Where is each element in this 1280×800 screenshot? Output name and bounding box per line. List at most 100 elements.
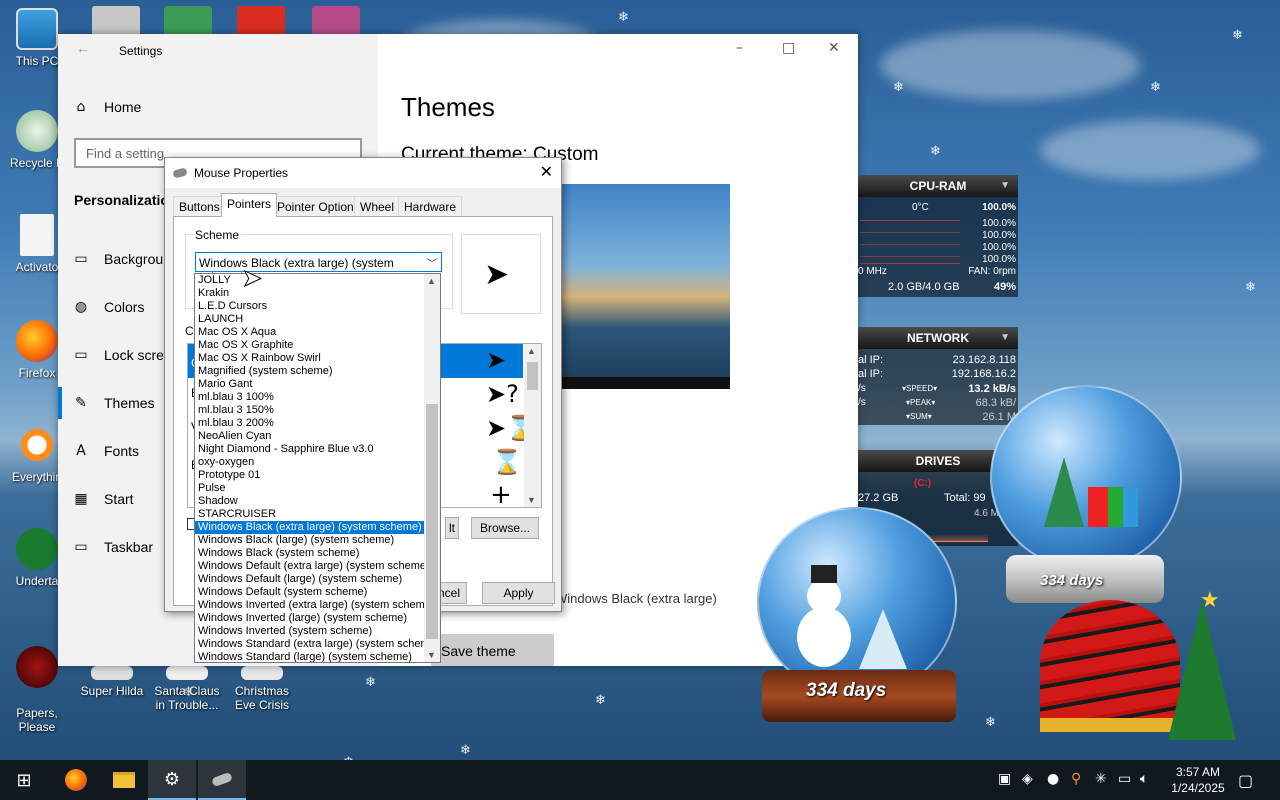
scheme-option[interactable]: Mac OS X Aqua	[195, 326, 426, 339]
dropdown-scrollbar[interactable]: ▲ ▼	[424, 274, 440, 662]
scheme-option[interactable]: ml.blau 3 100%	[195, 391, 426, 404]
scheme-option[interactable]: Prototype 01	[195, 469, 426, 482]
desktop-icon-label: Firefox	[18, 366, 56, 380]
scrollbar-thumb[interactable]	[426, 404, 438, 639]
tab-buttons[interactable]: Buttons	[173, 196, 226, 216]
browse-button[interactable]: Browse...	[471, 517, 539, 539]
taskbar-settings[interactable]: ⚙	[148, 760, 196, 800]
apply-button[interactable]: Apply	[482, 582, 555, 604]
scheme-combobox[interactable]: Windows Black (extra large) (system sche…	[195, 252, 442, 284]
scheme-option[interactable]: Windows Black (extra large) (system sche…	[195, 521, 426, 534]
scheme-option[interactable]: Windows Inverted (extra large) (system s…	[195, 599, 426, 612]
scheme-option[interactable]: Windows Default (system scheme)	[195, 586, 426, 599]
close-icon[interactable]: ✕	[540, 162, 553, 181]
taskbar-firefox[interactable]	[52, 760, 100, 800]
clock[interactable]: 3:57 AM 1/24/2025	[1163, 764, 1233, 796]
scheme-option[interactable]: Mac OS X Rainbow Swirl	[195, 352, 426, 365]
tab-pointer-options[interactable]: Pointer Options	[271, 196, 366, 216]
scheme-option[interactable]: STARCRUISER	[195, 508, 426, 521]
scheme-option[interactable]: NeoAlien Cyan	[195, 430, 426, 443]
snowman-hat	[811, 565, 837, 583]
desktop-icon-santa-claus[interactable]: Santa Claus in Trouble...	[151, 666, 223, 712]
cpu-core: 100.0%	[982, 218, 1016, 229]
scroll-up-icon[interactable]: ▲	[427, 276, 436, 286]
mouse-icon	[211, 771, 233, 787]
network-gadget: NETWORK ▼ al IP: 23.162.8.118 al IP: 192.…	[858, 327, 1018, 425]
close-icon[interactable]: ✕	[828, 40, 840, 56]
game-icon[interactable]	[164, 6, 212, 36]
tray-search-icon[interactable]: ⚲	[1071, 771, 1081, 787]
volume-icon[interactable]: 🔈︎	[1140, 771, 1148, 787]
tray-shield-icon[interactable]: ◈	[1022, 771, 1033, 787]
scheme-option[interactable]: Mario Gant	[195, 378, 426, 391]
tray-app-icon[interactable]: ▣	[998, 771, 1011, 787]
scheme-option[interactable]: Windows Inverted (system scheme)	[195, 625, 426, 638]
scrollbar-thumb[interactable]	[527, 362, 538, 390]
snowflake-icon: ❄	[1232, 28, 1243, 43]
scroll-down-icon[interactable]: ▼	[527, 495, 536, 505]
arrow-cursor-icon: ➤	[486, 346, 507, 374]
game-icon[interactable]	[92, 6, 140, 36]
desktop-icon-label: Santa Claus in Trouble...	[154, 684, 220, 712]
scheme-option[interactable]: Windows Black (large) (system scheme)	[195, 534, 426, 547]
scheme-option[interactable]: oxy-oxygen	[195, 456, 426, 469]
tab-wheel[interactable]: Wheel	[354, 196, 401, 216]
scheme-option[interactable]: JOLLY	[195, 274, 426, 287]
countdown-text: 334 days	[806, 680, 887, 701]
minimize-icon[interactable]: –	[736, 40, 743, 56]
scheme-option[interactable]: Pulse	[195, 482, 426, 495]
cloud	[880, 30, 1140, 100]
scheme-option[interactable]: ml.blau 3 200%	[195, 417, 426, 430]
cursor-list-scrollbar[interactable]: ▲ ▼	[524, 344, 541, 507]
tray-snowflake-icon[interactable]: ✳	[1095, 771, 1107, 787]
scheme-option[interactable]: LAUNCH	[195, 313, 426, 326]
scheme-dropdown-list[interactable]: JOLLY Krakin L.E.D Cursors LAUNCH Mac OS X A…	[194, 273, 441, 663]
scheme-option[interactable]: Windows Standard (extra large) (system s…	[195, 638, 426, 651]
taskbar-file-explorer[interactable]	[100, 760, 148, 800]
network-icon[interactable]: ▭	[1118, 771, 1131, 787]
snow-globe-presents	[990, 385, 1182, 570]
scheme-option[interactable]: Night Diamond - Sapphire Blue v3.0	[195, 443, 426, 456]
drive-activity-graph	[928, 524, 988, 542]
ip-label: al IP:	[858, 354, 884, 366]
scheme-option[interactable]: L.E.D Cursors	[195, 300, 426, 313]
scheme-option[interactable]: ml.blau 3 150%	[195, 404, 426, 417]
scheme-option[interactable]: Windows Default (extra large) (system sc…	[195, 560, 426, 573]
scheme-option[interactable]: Mac OS X Graphite	[195, 339, 426, 352]
scroll-down-icon[interactable]: ▼	[427, 650, 436, 660]
back-arrow-icon[interactable]: ←	[76, 40, 90, 56]
scheme-option[interactable]: Windows Black (system scheme)	[195, 547, 426, 560]
speed-label: ▾SPEED▾	[902, 384, 938, 393]
windows-icon: ⊞	[16, 769, 32, 791]
cursor-value[interactable]: Windows Black (extra large)	[555, 591, 717, 606]
taskbar-mouse-properties[interactable]	[198, 760, 246, 800]
mouse-pointer-icon: ➤	[241, 264, 263, 293]
save-theme-button[interactable]: Save theme	[431, 634, 554, 666]
scheme-option[interactable]: Shadow	[195, 495, 426, 508]
snowflake-icon: ❄	[365, 675, 376, 690]
scheme-option[interactable]: Windows Standard (large) (system scheme)	[195, 651, 426, 662]
scheme-option[interactable]: Magnified (system scheme)	[195, 365, 426, 378]
scheme-option[interactable]: Krakin	[195, 287, 426, 300]
tab-hardware[interactable]: Hardware	[398, 196, 463, 216]
dropdown-icon[interactable]: ▼	[1000, 175, 1010, 197]
tray-drop-icon[interactable]: ●	[1047, 771, 1059, 787]
start-button[interactable]: ⊞	[0, 760, 48, 800]
nav-home[interactable]: ⌂ Home	[58, 87, 378, 127]
scroll-up-icon[interactable]: ▲	[527, 346, 536, 356]
theme-preview-image	[558, 184, 730, 389]
notification-icon[interactable]: ▢	[1238, 771, 1253, 790]
scheme-option[interactable]: Windows Default (large) (system scheme)	[195, 573, 426, 586]
game-icon[interactable]	[237, 6, 285, 36]
desktop-icon-christmas-eve[interactable]: Christmas Eve Crisis	[226, 666, 298, 712]
maximize-icon[interactable]: □	[782, 40, 795, 56]
gadget-title: NETWORK	[907, 331, 969, 345]
tab-pointers[interactable]: Pointers	[221, 193, 278, 217]
scheme-option[interactable]: Windows Inverted (large) (system scheme)	[195, 612, 426, 625]
nav-label: Taskbar	[104, 539, 154, 555]
game-icon[interactable]	[312, 6, 360, 36]
firefox-icon	[16, 320, 58, 362]
dropdown-icon[interactable]: ▼	[1000, 327, 1010, 349]
desktop-icon-super-hilda[interactable]: Super Hilda	[76, 666, 148, 698]
use-default-button[interactable]: lt	[445, 517, 459, 539]
